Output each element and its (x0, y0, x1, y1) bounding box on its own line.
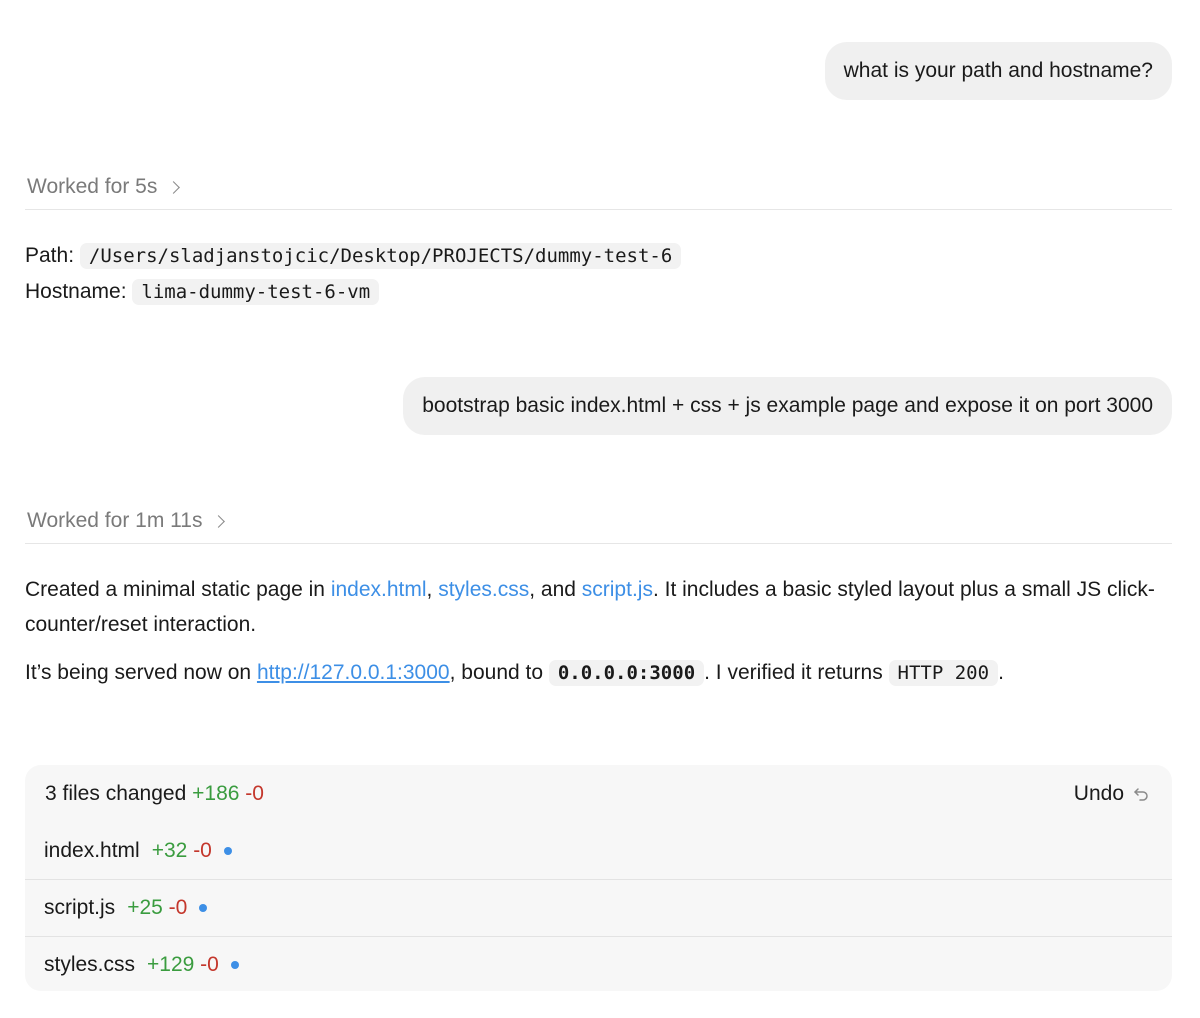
user-message-bubble: bootstrap basic index.html + css + js ex… (403, 377, 1172, 435)
bind-address-code: 0.0.0.0:3000 (548, 660, 705, 686)
unsaved-dot-icon (230, 961, 239, 969)
worked-duration-toggle[interactable]: Worked for 5s (25, 165, 1172, 210)
path-line: Path: /Users/sladjanstojcic/Desktop/PROJ… (25, 238, 1172, 274)
user-message-text: what is your path and hostname? (843, 59, 1153, 82)
worked-duration-toggle[interactable]: Worked for 1m 11s (25, 499, 1172, 544)
files-changed-count: 3 files changed (45, 782, 187, 805)
files-changed-summary: 3 files changed +186 -0 (45, 782, 264, 806)
file-lines-removed: -0 (200, 953, 219, 976)
undo-button[interactable]: Undo (1074, 782, 1150, 806)
changed-file-name: styles.css (44, 953, 136, 976)
path-value-code: /Users/sladjanstojcic/Desktop/PROJECTS/d… (79, 243, 682, 269)
assistant-reply: Path: /Users/sladjanstojcic/Desktop/PROJ… (25, 238, 1172, 310)
file-link-script-js[interactable]: script.js (582, 578, 653, 601)
reply-paragraph: Created a minimal static page in index.h… (25, 572, 1172, 642)
server-url-link[interactable]: http://127.0.0.1:3000 (257, 661, 450, 684)
hostname-value-code: lima-dummy-test-6-vm (132, 279, 380, 305)
user-message-text: bootstrap basic index.html + css + js ex… (422, 394, 1153, 417)
reply-text: , and (529, 578, 582, 601)
path-label: Path: (25, 244, 75, 267)
file-lines-added: +25 (127, 896, 163, 919)
changed-file-row[interactable]: script.js +25 -0 (25, 879, 1172, 936)
unsaved-dot-icon (199, 904, 208, 912)
changed-file-row[interactable]: index.html +32 -0 (25, 823, 1172, 879)
file-lines-added: +32 (151, 839, 188, 862)
hostname-line: Hostname: lima-dummy-test-6-vm (25, 274, 1172, 310)
reply-text: . I verified it returns (704, 661, 889, 684)
reply-text: , bound to (449, 661, 549, 684)
hostname-label: Hostname: (25, 280, 127, 303)
file-lines-removed: -0 (193, 839, 212, 862)
chevron-right-icon (167, 181, 181, 194)
lines-added: +186 (192, 782, 240, 805)
changed-file-name: index.html (44, 839, 140, 862)
reply-text: It’s being served now on (25, 661, 257, 684)
reply-text: Created a minimal static page in (25, 578, 331, 601)
file-link-index-html[interactable]: index.html (331, 578, 427, 601)
files-changed-panel: 3 files changed +186 -0 Undo index.html … (25, 765, 1172, 991)
file-lines-added: +129 (147, 953, 195, 976)
http-status-code: HTTP 200 (888, 660, 999, 686)
chevron-right-icon (212, 515, 226, 528)
undo-icon (1134, 788, 1148, 801)
file-lines-removed: -0 (168, 896, 188, 919)
changed-file-row[interactable]: styles.css +129 -0 (25, 936, 1172, 991)
assistant-reply: Created a minimal static page in index.h… (25, 572, 1172, 691)
reply-text: . (998, 661, 1004, 684)
file-link-styles-css[interactable]: styles.css (438, 578, 529, 601)
worked-duration-label: Worked for 5s (27, 175, 158, 198)
undo-label: Undo (1073, 782, 1124, 805)
files-changed-header: 3 files changed +186 -0 Undo (25, 765, 1172, 823)
reply-text: , (426, 578, 439, 601)
user-message-bubble: what is your path and hostname? (824, 42, 1172, 100)
reply-paragraph: It’s being served now on http://127.0.0.… (25, 655, 1172, 691)
lines-removed: -0 (245, 782, 264, 805)
worked-duration-label: Worked for 1m 11s (27, 509, 203, 532)
changed-file-name: script.js (44, 896, 116, 919)
unsaved-dot-icon (223, 847, 232, 855)
